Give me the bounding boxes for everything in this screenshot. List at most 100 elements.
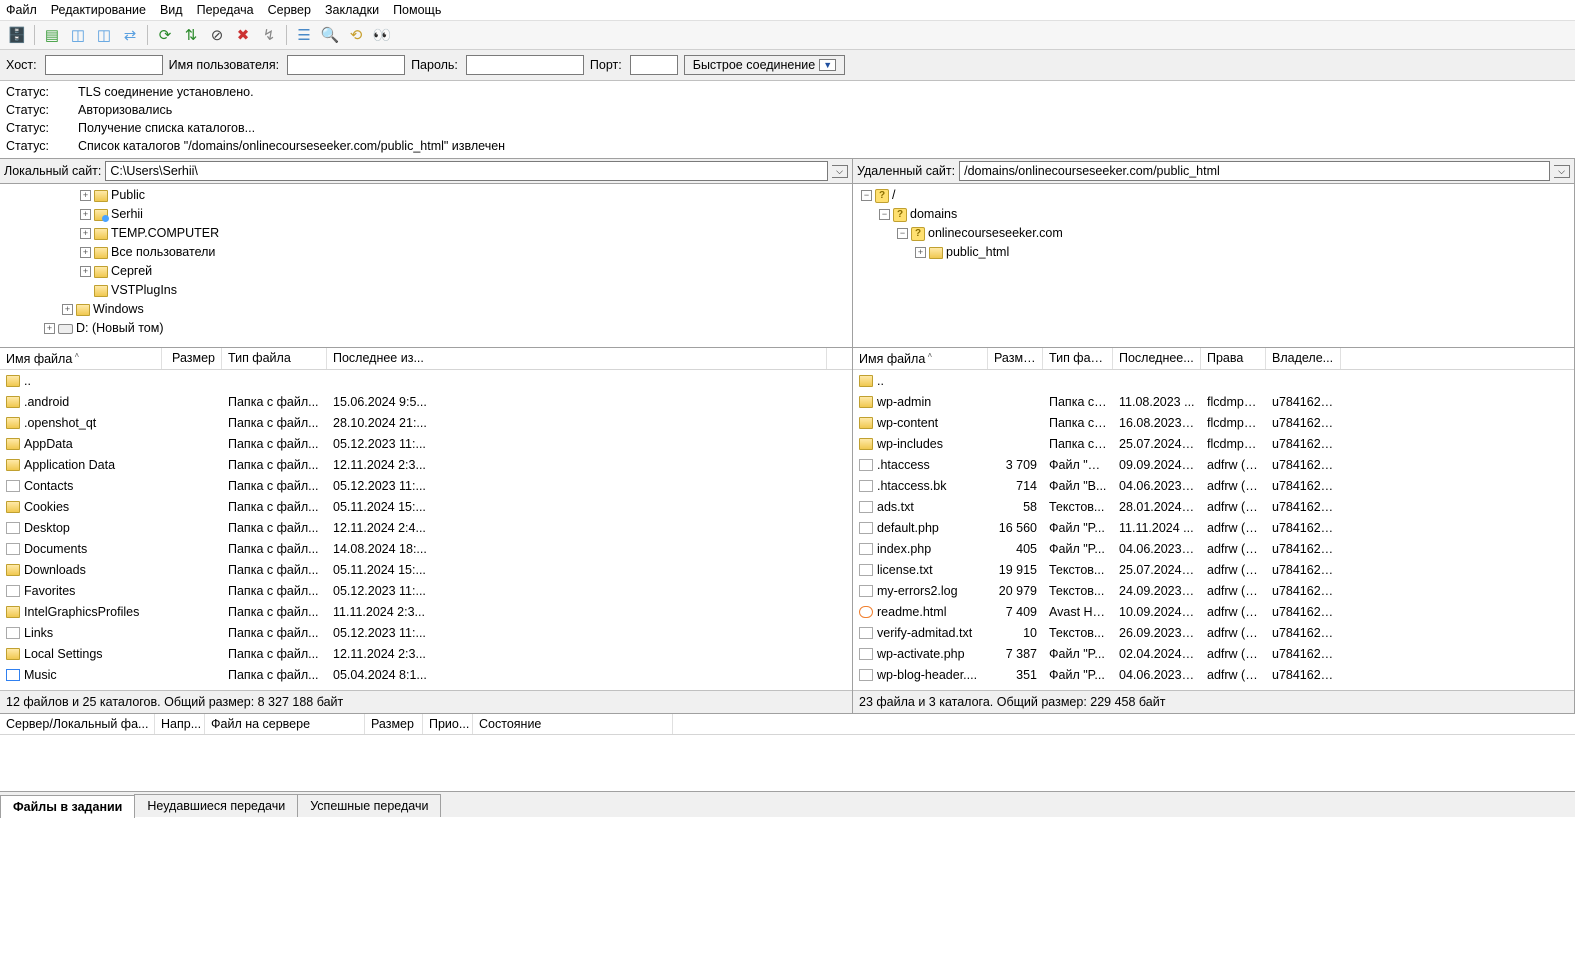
user-input[interactable]	[287, 55, 405, 75]
toggle-remote-tree-icon[interactable]: ◫	[93, 24, 115, 46]
tree-node[interactable]: + public_html	[857, 243, 1570, 262]
list-item[interactable]: CookiesПапка с файл...05.11.2024 15:...	[0, 496, 852, 517]
message-log[interactable]: Статус:TLS соединение установлено. Стату…	[0, 81, 1575, 159]
list-item[interactable]: LinksПапка с файл...05.12.2023 11:...	[0, 622, 852, 643]
tree-node[interactable]: − ? onlinecourseseeker.com	[857, 224, 1570, 243]
qcol-size[interactable]: Размер	[365, 714, 423, 734]
qcol-remote[interactable]: Файл на сервере	[205, 714, 365, 734]
expand-toggle[interactable]: +	[915, 247, 926, 258]
menu-edit[interactable]: Редактирование	[51, 3, 146, 17]
expand-toggle[interactable]: +	[44, 323, 55, 334]
remote-tree[interactable]: − ? /− ? domains− ? onlinecourseseeker.c…	[853, 184, 1574, 348]
tree-node[interactable]: + Public	[4, 186, 848, 205]
list-item[interactable]: ..	[0, 370, 852, 391]
list-item[interactable]: readme.html7 409Avast HT...10.09.2024 ..…	[853, 601, 1574, 622]
tree-node[interactable]: + Сергей	[4, 262, 848, 281]
expand-toggle[interactable]: −	[861, 190, 872, 201]
expand-toggle[interactable]: +	[80, 247, 91, 258]
local-path-input[interactable]	[105, 161, 828, 181]
remote-file-list[interactable]: Имя файла ˄ Размер Тип фай... Последнее.…	[853, 348, 1574, 690]
filter-icon[interactable]: ☰	[293, 24, 315, 46]
list-item[interactable]: verify-admitad.txt10Текстов...26.09.2023…	[853, 622, 1574, 643]
search-icon[interactable]: 🔍	[319, 24, 341, 46]
list-item[interactable]: wp-adminПапка с ...11.08.2023 ...flcdmpe…	[853, 391, 1574, 412]
cancel-icon[interactable]: ⊘	[206, 24, 228, 46]
list-item[interactable]: Local SettingsПапка с файл...12.11.2024 …	[0, 643, 852, 664]
qcol-server[interactable]: Сервер/Локальный фа...	[0, 714, 155, 734]
tab-success[interactable]: Успешные передачи	[297, 794, 441, 817]
list-item[interactable]: .htaccess.bk714Файл "B...04.06.2023 ...a…	[853, 475, 1574, 496]
tree-node[interactable]: + TEMP.COMPUTER	[4, 224, 848, 243]
tree-node[interactable]: + Все пользователи	[4, 243, 848, 262]
list-item[interactable]: ContactsПапка с файл...05.12.2023 11:...	[0, 475, 852, 496]
list-item[interactable]: wp-includesПапка с ...25.07.2024 ...flcd…	[853, 433, 1574, 454]
tab-queued[interactable]: Файлы в задании	[0, 795, 135, 818]
expand-toggle[interactable]: +	[62, 304, 73, 315]
list-item[interactable]: ..	[853, 370, 1574, 391]
list-item[interactable]: MusicПапка с файл...05.04.2024 8:1...	[0, 664, 852, 685]
tree-node[interactable]: + D: (Новый том)	[4, 319, 848, 338]
remote-file-header[interactable]: Имя файла ˄ Размер Тип фай... Последнее.…	[853, 348, 1574, 370]
process-queue-icon[interactable]: ⇅	[180, 24, 202, 46]
expand-toggle[interactable]: +	[80, 266, 91, 277]
col-date[interactable]: Последнее...	[1113, 348, 1201, 369]
reconnect-icon[interactable]: ↯	[258, 24, 280, 46]
tree-node[interactable]: − ? /	[857, 186, 1570, 205]
expand-toggle[interactable]: −	[897, 228, 908, 239]
menu-view[interactable]: Вид	[160, 3, 183, 17]
list-item[interactable]: default.php16 560Файл "P...11.11.2024 ..…	[853, 517, 1574, 538]
col-permissions[interactable]: Права	[1201, 348, 1266, 369]
qcol-direction[interactable]: Напр...	[155, 714, 205, 734]
local-file-list[interactable]: Имя файла ˄ Размер Тип файла Последнее и…	[0, 348, 852, 690]
col-size[interactable]: Размер	[162, 348, 222, 369]
menu-help[interactable]: Помощь	[393, 3, 441, 17]
tree-node[interactable]: + Serhii	[4, 205, 848, 224]
list-item[interactable]: DocumentsПапка с файл...14.08.2024 18:..…	[0, 538, 852, 559]
list-item[interactable]: index.php405Файл "P...04.06.2023 ...adfr…	[853, 538, 1574, 559]
qcol-priority[interactable]: Прио...	[423, 714, 473, 734]
menu-server[interactable]: Сервер	[268, 3, 311, 17]
tab-failed[interactable]: Неудавшиеся передачи	[134, 794, 298, 817]
toggle-local-tree-icon[interactable]: ◫	[67, 24, 89, 46]
menu-file[interactable]: Файл	[6, 3, 37, 17]
toggle-queue-icon[interactable]: ⇄	[119, 24, 141, 46]
list-item[interactable]: DesktopПапка с файл...12.11.2024 2:4...	[0, 517, 852, 538]
list-item[interactable]: my-errors2.log20 979Текстов...24.09.2023…	[853, 580, 1574, 601]
compare-icon[interactable]: ⟲	[345, 24, 367, 46]
menu-bookmarks[interactable]: Закладки	[325, 3, 379, 17]
col-type[interactable]: Тип файла	[222, 348, 327, 369]
sync-browse-icon[interactable]: 👀	[371, 24, 393, 46]
col-name[interactable]: Имя файла ˄	[0, 348, 162, 369]
tree-node[interactable]: VSTPlugIns	[4, 281, 848, 300]
host-input[interactable]	[45, 55, 163, 75]
list-item[interactable]: Application DataПапка с файл...12.11.202…	[0, 454, 852, 475]
refresh-icon[interactable]: ⟳	[154, 24, 176, 46]
list-item[interactable]: ads.txt58Текстов...28.01.2024 ...adfrw (…	[853, 496, 1574, 517]
list-item[interactable]: FavoritesПапка с файл...05.12.2023 11:..…	[0, 580, 852, 601]
quickconnect-dropdown[interactable]: ▼	[819, 59, 836, 71]
remote-path-dropdown[interactable]: ⌵	[1554, 165, 1570, 178]
list-item[interactable]: wp-activate.php7 387Файл "P...02.04.2024…	[853, 643, 1574, 664]
sitemanager-icon[interactable]: 🗄️	[6, 24, 28, 46]
port-input[interactable]	[630, 55, 678, 75]
qcol-status[interactable]: Состояние	[473, 714, 673, 734]
list-item[interactable]: .openshot_qtПапка с файл...28.10.2024 21…	[0, 412, 852, 433]
expand-toggle[interactable]: +	[80, 228, 91, 239]
queue-header[interactable]: Сервер/Локальный фа... Напр... Файл на с…	[0, 714, 1575, 735]
expand-toggle[interactable]: −	[879, 209, 890, 220]
local-file-header[interactable]: Имя файла ˄ Размер Тип файла Последнее и…	[0, 348, 852, 370]
transfer-queue[interactable]: Сервер/Локальный фа... Напр... Файл на с…	[0, 713, 1575, 791]
list-item[interactable]: wp-blog-header....351Файл "P...04.06.202…	[853, 664, 1574, 685]
quickconnect-button[interactable]: Быстрое соединение ▼	[684, 55, 845, 75]
list-item[interactable]: AppDataПапка с файл...05.12.2023 11:...	[0, 433, 852, 454]
list-item[interactable]: DownloadsПапка с файл...05.11.2024 15:..…	[0, 559, 852, 580]
tree-node[interactable]: − ? domains	[857, 205, 1570, 224]
col-size[interactable]: Размер	[988, 348, 1043, 369]
expand-toggle[interactable]: +	[80, 190, 91, 201]
list-item[interactable]: wp-contentПапка с ...16.08.2023 ...flcdm…	[853, 412, 1574, 433]
toggle-log-icon[interactable]: ▤	[41, 24, 63, 46]
list-item[interactable]: .htaccess3 709Файл "H...09.09.2024 ...ad…	[853, 454, 1574, 475]
col-date[interactable]: Последнее из...	[327, 348, 827, 369]
remote-path-input[interactable]	[959, 161, 1550, 181]
tree-node[interactable]: + Windows	[4, 300, 848, 319]
